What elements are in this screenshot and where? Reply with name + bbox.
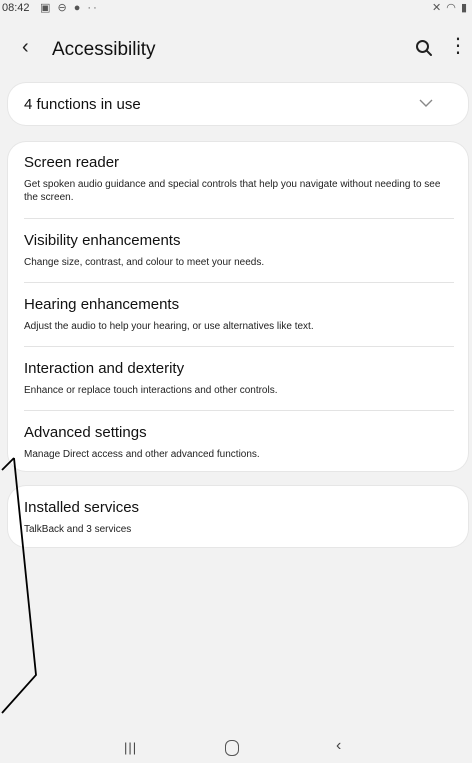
menu-item-description: Change size, contrast, and colour to mee…	[24, 257, 265, 268]
more-options-icon[interactable]: ⋮	[448, 36, 468, 56]
notification-icons: ▣ ⊖ ● ··	[40, 2, 99, 14]
menu-item-screen-reader[interactable]: Screen reader Get spoken audio guidance …	[8, 142, 468, 218]
menu-item-description: Adjust the audio to help your hearing, o…	[24, 321, 314, 332]
home-icon[interactable]	[225, 740, 239, 756]
navigation-bar: ||| ‹	[0, 732, 472, 763]
page-title: Accessibility	[52, 39, 156, 60]
recent-apps-icon[interactable]: |||	[124, 740, 137, 755]
menu-item-title: Interaction and dexterity	[24, 360, 185, 377]
app-bar: ‹ Accessibility ⋮	[0, 30, 472, 70]
menu-item-installed-services[interactable]: Installed services TalkBack and 3 servic…	[8, 486, 468, 547]
menu-item-description: Get spoken audio guidance and special co…	[24, 179, 441, 203]
menu-item-title: Advanced settings	[24, 424, 147, 441]
menu-item-description: TalkBack and 3 services	[24, 524, 132, 535]
system-status-icons: ✕ ◠ ▮	[432, 2, 468, 14]
installed-services-card[interactable]: Installed services TalkBack and 3 servic…	[8, 486, 468, 547]
menu-item-title: Installed services	[24, 499, 140, 516]
back-icon[interactable]: ‹	[22, 36, 29, 59]
chevron-down-icon	[419, 99, 433, 107]
menu-item-title: Hearing enhancements	[24, 296, 180, 313]
status-bar: 08:42 ▣ ⊖ ● ·· ✕ ◠ ▮	[0, 0, 472, 18]
menu-item-description: Enhance or replace touch interactions an…	[24, 385, 278, 396]
accessibility-menu-card: Screen reader Get spoken audio guidance …	[8, 142, 468, 471]
functions-in-use-label: 4 functions in use	[24, 96, 141, 113]
functions-in-use-card[interactable]: 4 functions in use	[8, 83, 468, 125]
status-time: 08:42	[2, 2, 30, 14]
menu-item-title: Visibility enhancements	[24, 232, 181, 249]
nav-back-icon[interactable]: ‹	[336, 737, 341, 755]
menu-item-hearing-enhancements[interactable]: Hearing enhancements Adjust the audio to…	[8, 283, 468, 346]
menu-item-description: Manage Direct access and other advanced …	[24, 449, 260, 460]
menu-item-title: Screen reader	[24, 154, 120, 171]
menu-item-interaction-and-dexterity[interactable]: Interaction and dexterity Enhance or rep…	[8, 347, 468, 410]
menu-item-visibility-enhancements[interactable]: Visibility enhancements Change size, con…	[8, 219, 468, 282]
menu-item-advanced-settings[interactable]: Advanced settings Manage Direct access a…	[8, 411, 468, 471]
search-icon[interactable]	[414, 38, 434, 58]
